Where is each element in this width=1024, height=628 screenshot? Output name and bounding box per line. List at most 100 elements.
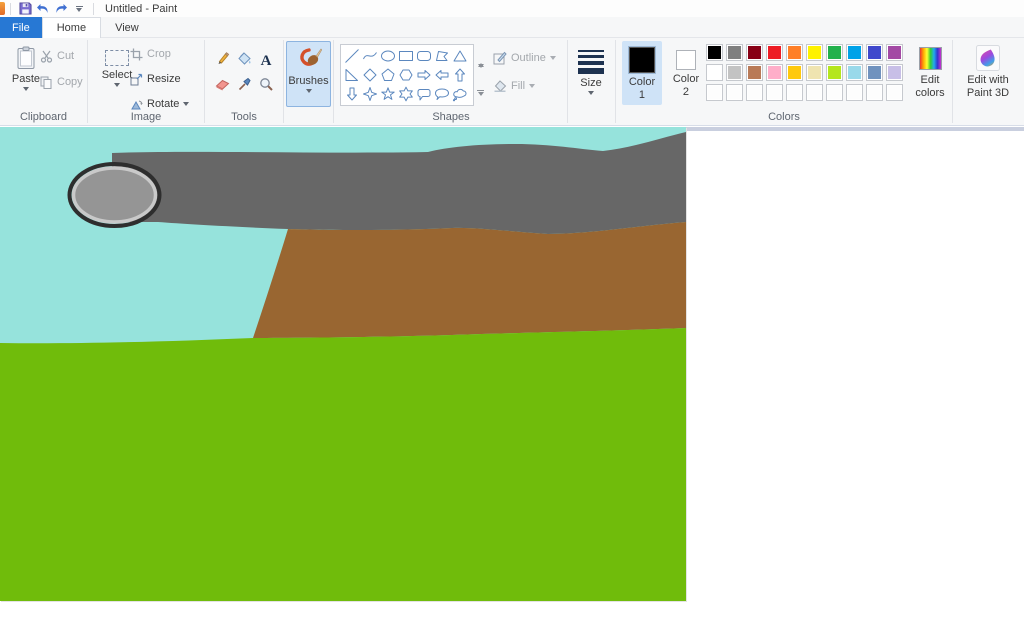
- palette-swatch-empty[interactable]: [806, 84, 823, 101]
- shape-polygon-icon[interactable]: [433, 46, 451, 65]
- shape-callout-rounded-icon[interactable]: [415, 84, 433, 103]
- fill-label: Fill: [511, 80, 525, 92]
- resize-icon: [130, 73, 143, 86]
- palette-swatch-empty[interactable]: [766, 84, 783, 101]
- palette-swatch[interactable]: [786, 44, 803, 61]
- shape-triangle-icon[interactable]: [451, 46, 469, 65]
- color-picker-tool-button[interactable]: [237, 77, 252, 97]
- group-paint3d: Edit withPaint 3D: [953, 38, 1024, 125]
- group-label-image: Image: [88, 111, 204, 123]
- palette-swatch[interactable]: [886, 64, 903, 81]
- shape-rectangle-icon[interactable]: [397, 46, 415, 65]
- shape-curve-icon[interactable]: [361, 46, 379, 65]
- tab-home[interactable]: Home: [42, 17, 101, 38]
- text-tool-icon: A: [261, 53, 272, 69]
- palette-swatch[interactable]: [706, 44, 723, 61]
- text-tool-button[interactable]: A: [261, 52, 272, 70]
- palette-swatch[interactable]: [826, 44, 843, 61]
- palette-swatch[interactable]: [806, 64, 823, 81]
- shape-ellipse-icon[interactable]: [379, 46, 397, 65]
- undo-icon[interactable]: [35, 1, 51, 16]
- palette-swatch[interactable]: [886, 44, 903, 61]
- shape-arrow-right-icon[interactable]: [415, 65, 433, 84]
- shape-star-5-icon[interactable]: [379, 84, 397, 103]
- shape-star-4-icon[interactable]: [361, 84, 379, 103]
- redo-icon[interactable]: [53, 1, 69, 16]
- palette-swatch-empty[interactable]: [726, 84, 743, 101]
- shape-arrow-up-icon[interactable]: [451, 65, 469, 84]
- tab-file[interactable]: File: [0, 17, 42, 38]
- shape-arrow-left-icon[interactable]: [433, 65, 451, 84]
- size-caret-icon: [588, 91, 594, 95]
- palette-swatch[interactable]: [726, 64, 743, 81]
- group-label-clipboard: Clipboard: [0, 111, 87, 123]
- shape-arrow-down-icon[interactable]: [343, 84, 361, 103]
- cut-button[interactable]: Cut: [40, 46, 83, 66]
- clipboard-icon: [15, 46, 37, 70]
- fill-button[interactable]: Fill: [493, 76, 556, 96]
- pencil-tool-button[interactable]: [215, 51, 230, 71]
- palette-swatch[interactable]: [846, 64, 863, 81]
- palette-swatch-empty[interactable]: [846, 84, 863, 101]
- palette-swatch[interactable]: [866, 64, 883, 81]
- shape-hexagon-icon[interactable]: [397, 65, 415, 84]
- paint3d-label: Edit with: [967, 74, 1009, 86]
- crop-button[interactable]: Crop: [130, 44, 189, 64]
- edit-colors-button[interactable]: Editcolors: [910, 42, 950, 106]
- edit-colors-icon: [919, 47, 942, 70]
- palette-swatch[interactable]: [786, 64, 803, 81]
- shape-diamond-icon[interactable]: [361, 65, 379, 84]
- color-palette: [706, 44, 906, 104]
- palette-swatch-empty[interactable]: [706, 84, 723, 101]
- rotate-caret-icon: [183, 102, 189, 106]
- group-label-shapes: Shapes: [335, 111, 567, 123]
- size-button[interactable]: Size: [569, 41, 613, 107]
- palette-swatch[interactable]: [846, 44, 863, 61]
- palette-swatch-empty[interactable]: [866, 84, 883, 101]
- drawing-canvas[interactable]: [0, 127, 686, 601]
- palette-swatch[interactable]: [746, 44, 763, 61]
- eraser-tool-button[interactable]: [215, 78, 230, 96]
- shape-callout-oval-icon[interactable]: [433, 84, 451, 103]
- shape-callout-cloud-icon[interactable]: [451, 84, 469, 103]
- copy-button[interactable]: Copy: [40, 72, 83, 92]
- wheel-shape: [74, 168, 156, 222]
- color1-button[interactable]: Color1: [622, 41, 662, 105]
- shape-right-triangle-icon[interactable]: [343, 65, 361, 84]
- color2-button[interactable]: Color2: [666, 41, 706, 105]
- fill-tool-button[interactable]: [237, 51, 252, 71]
- edit-with-paint3d-button[interactable]: Edit withPaint 3D: [959, 41, 1017, 107]
- outline-button[interactable]: Outline: [493, 48, 556, 68]
- tab-view[interactable]: View: [101, 17, 153, 38]
- shapes-scroll-down-button[interactable]: [478, 68, 484, 86]
- paint3d-icon: [976, 45, 1000, 71]
- save-icon[interactable]: [17, 1, 33, 16]
- brushes-button[interactable]: Brushes: [286, 41, 331, 107]
- select-caret-icon: [114, 83, 120, 87]
- palette-swatch[interactable]: [706, 64, 723, 81]
- shape-star-6-icon[interactable]: [397, 84, 415, 103]
- magnifier-tool-button[interactable]: [259, 77, 274, 97]
- shapes-expand-button[interactable]: [477, 90, 484, 96]
- palette-swatch[interactable]: [806, 44, 823, 61]
- palette-swatch-empty[interactable]: [786, 84, 803, 101]
- palette-swatch[interactable]: [766, 44, 783, 61]
- palette-swatch-empty[interactable]: [826, 84, 843, 101]
- shape-pentagon-icon[interactable]: [379, 65, 397, 84]
- customize-quick-access-icon[interactable]: [71, 1, 87, 16]
- palette-swatch-empty[interactable]: [886, 84, 903, 101]
- crop-icon: [130, 48, 143, 61]
- shape-rounded-rectangle-icon[interactable]: [415, 46, 433, 65]
- group-label-colors: Colors: [616, 111, 952, 123]
- shapes-gallery: [340, 44, 474, 106]
- shape-line-icon[interactable]: [343, 46, 361, 65]
- palette-swatch[interactable]: [766, 64, 783, 81]
- palette-swatch[interactable]: [826, 64, 843, 81]
- palette-swatch-empty[interactable]: [746, 84, 763, 101]
- palette-swatch[interactable]: [746, 64, 763, 81]
- palette-swatch[interactable]: [726, 44, 743, 61]
- palette-swatch[interactable]: [866, 44, 883, 61]
- shapes-scroll-up-button[interactable]: [478, 46, 484, 64]
- resize-button[interactable]: Resize: [130, 69, 189, 89]
- color1-label: Color: [629, 76, 655, 88]
